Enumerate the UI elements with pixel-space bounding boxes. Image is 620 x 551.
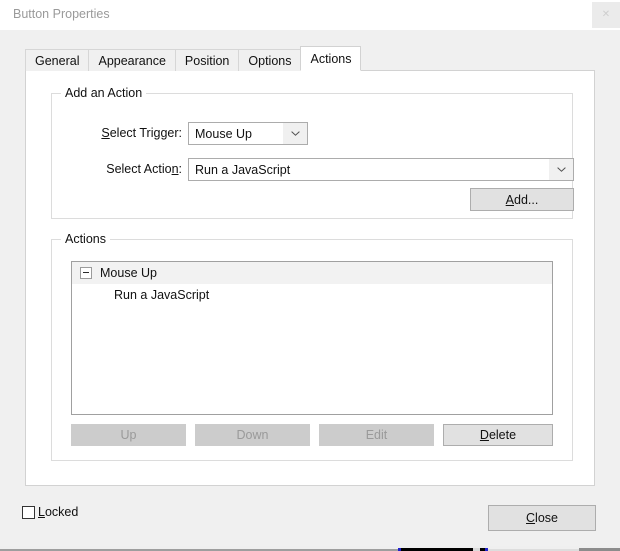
chevron-down-icon [549,159,573,180]
select-action-dropdown[interactable]: Run a JavaScript [188,158,574,181]
actions-tree[interactable]: Mouse Up Run a JavaScript [71,261,553,415]
window-close-button[interactable]: ✕ [592,2,620,28]
edit-action-button[interactable]: Edit [319,424,434,446]
delete-action-button-label: elete [488,428,517,442]
select-trigger-label-accel: S [101,126,110,140]
tab-strip: General Appearance Position Options Acti… [25,46,362,71]
button-properties-dialog: Button Properties ✕ General Appearance P… [0,0,620,546]
collapse-minus-icon[interactable] [80,267,92,279]
edit-action-button-label: Edit [365,428,388,442]
select-action-label-post: : [178,162,182,176]
locked-label-rest: ocked [44,505,79,519]
add-action-button-accel: A [505,192,514,207]
close-icon: ✕ [601,9,611,20]
close-button-accel: C [526,511,536,525]
tab-position[interactable]: Position [174,49,240,71]
select-trigger-value: Mouse Up [195,126,252,141]
select-trigger-dropdown[interactable]: Mouse Up [188,122,308,145]
tree-row-label: Run a JavaScript [114,288,210,302]
delete-action-button-accel: D [479,428,489,442]
background-window-strip [0,546,620,551]
chevron-down-icon [283,123,307,144]
select-trigger-label: Select Trigger: [72,126,182,140]
select-action-label: Select Action: [72,162,182,176]
tab-actions-label: Actions [310,51,352,66]
tab-actions[interactable]: Actions [300,46,362,71]
move-down-button[interactable]: Down [195,424,310,446]
tab-options[interactable]: Options [238,49,302,71]
select-action-value: Run a JavaScript [195,162,291,177]
locked-checkbox[interactable] [22,505,35,519]
move-down-button-label: Down [236,428,269,442]
locked-label: Locked [38,505,78,519]
delete-action-button[interactable]: Delete [443,424,553,446]
move-up-button[interactable]: Up [71,424,186,446]
tab-appearance[interactable]: Appearance [88,49,176,71]
locked-checkbox-row[interactable]: Locked [22,505,78,519]
select-action-label-pre: Select Actio [106,162,172,176]
add-an-action-group: Add an Action Select Trigger: Mouse Up S… [51,86,574,219]
actions-tab-panel: Add an Action Select Trigger: Mouse Up S… [25,70,595,486]
select-trigger-label-rest: elect Trigger: [109,126,182,140]
title-bar: Button Properties ✕ [0,0,620,30]
add-action-button-label: dd... [514,192,539,207]
add-an-action-legend: Add an Action [61,86,147,100]
tree-row[interactable]: Run a JavaScript [72,284,552,306]
actions-legend: Actions [61,232,110,246]
move-up-button-label: Up [120,428,137,442]
tree-row-label: Mouse Up [100,266,157,280]
locked-label-accel: L [38,505,45,519]
tab-appearance-label: Appearance [98,53,166,68]
add-action-button[interactable]: Add... [470,188,574,211]
tree-row[interactable]: Mouse Up [72,262,552,284]
window-title: Button Properties [13,7,110,21]
tab-options-label: Options [248,53,292,68]
tab-general-label: General [35,53,80,68]
tab-general[interactable]: General [25,49,90,71]
actions-group: Actions Mouse Up Run a JavaScript Up Dow… [51,232,573,461]
select-action-label-accel: n [171,162,179,176]
tab-position-label: Position [184,53,230,68]
close-button-label: lose [535,511,558,525]
close-button[interactable]: Close [488,505,596,531]
